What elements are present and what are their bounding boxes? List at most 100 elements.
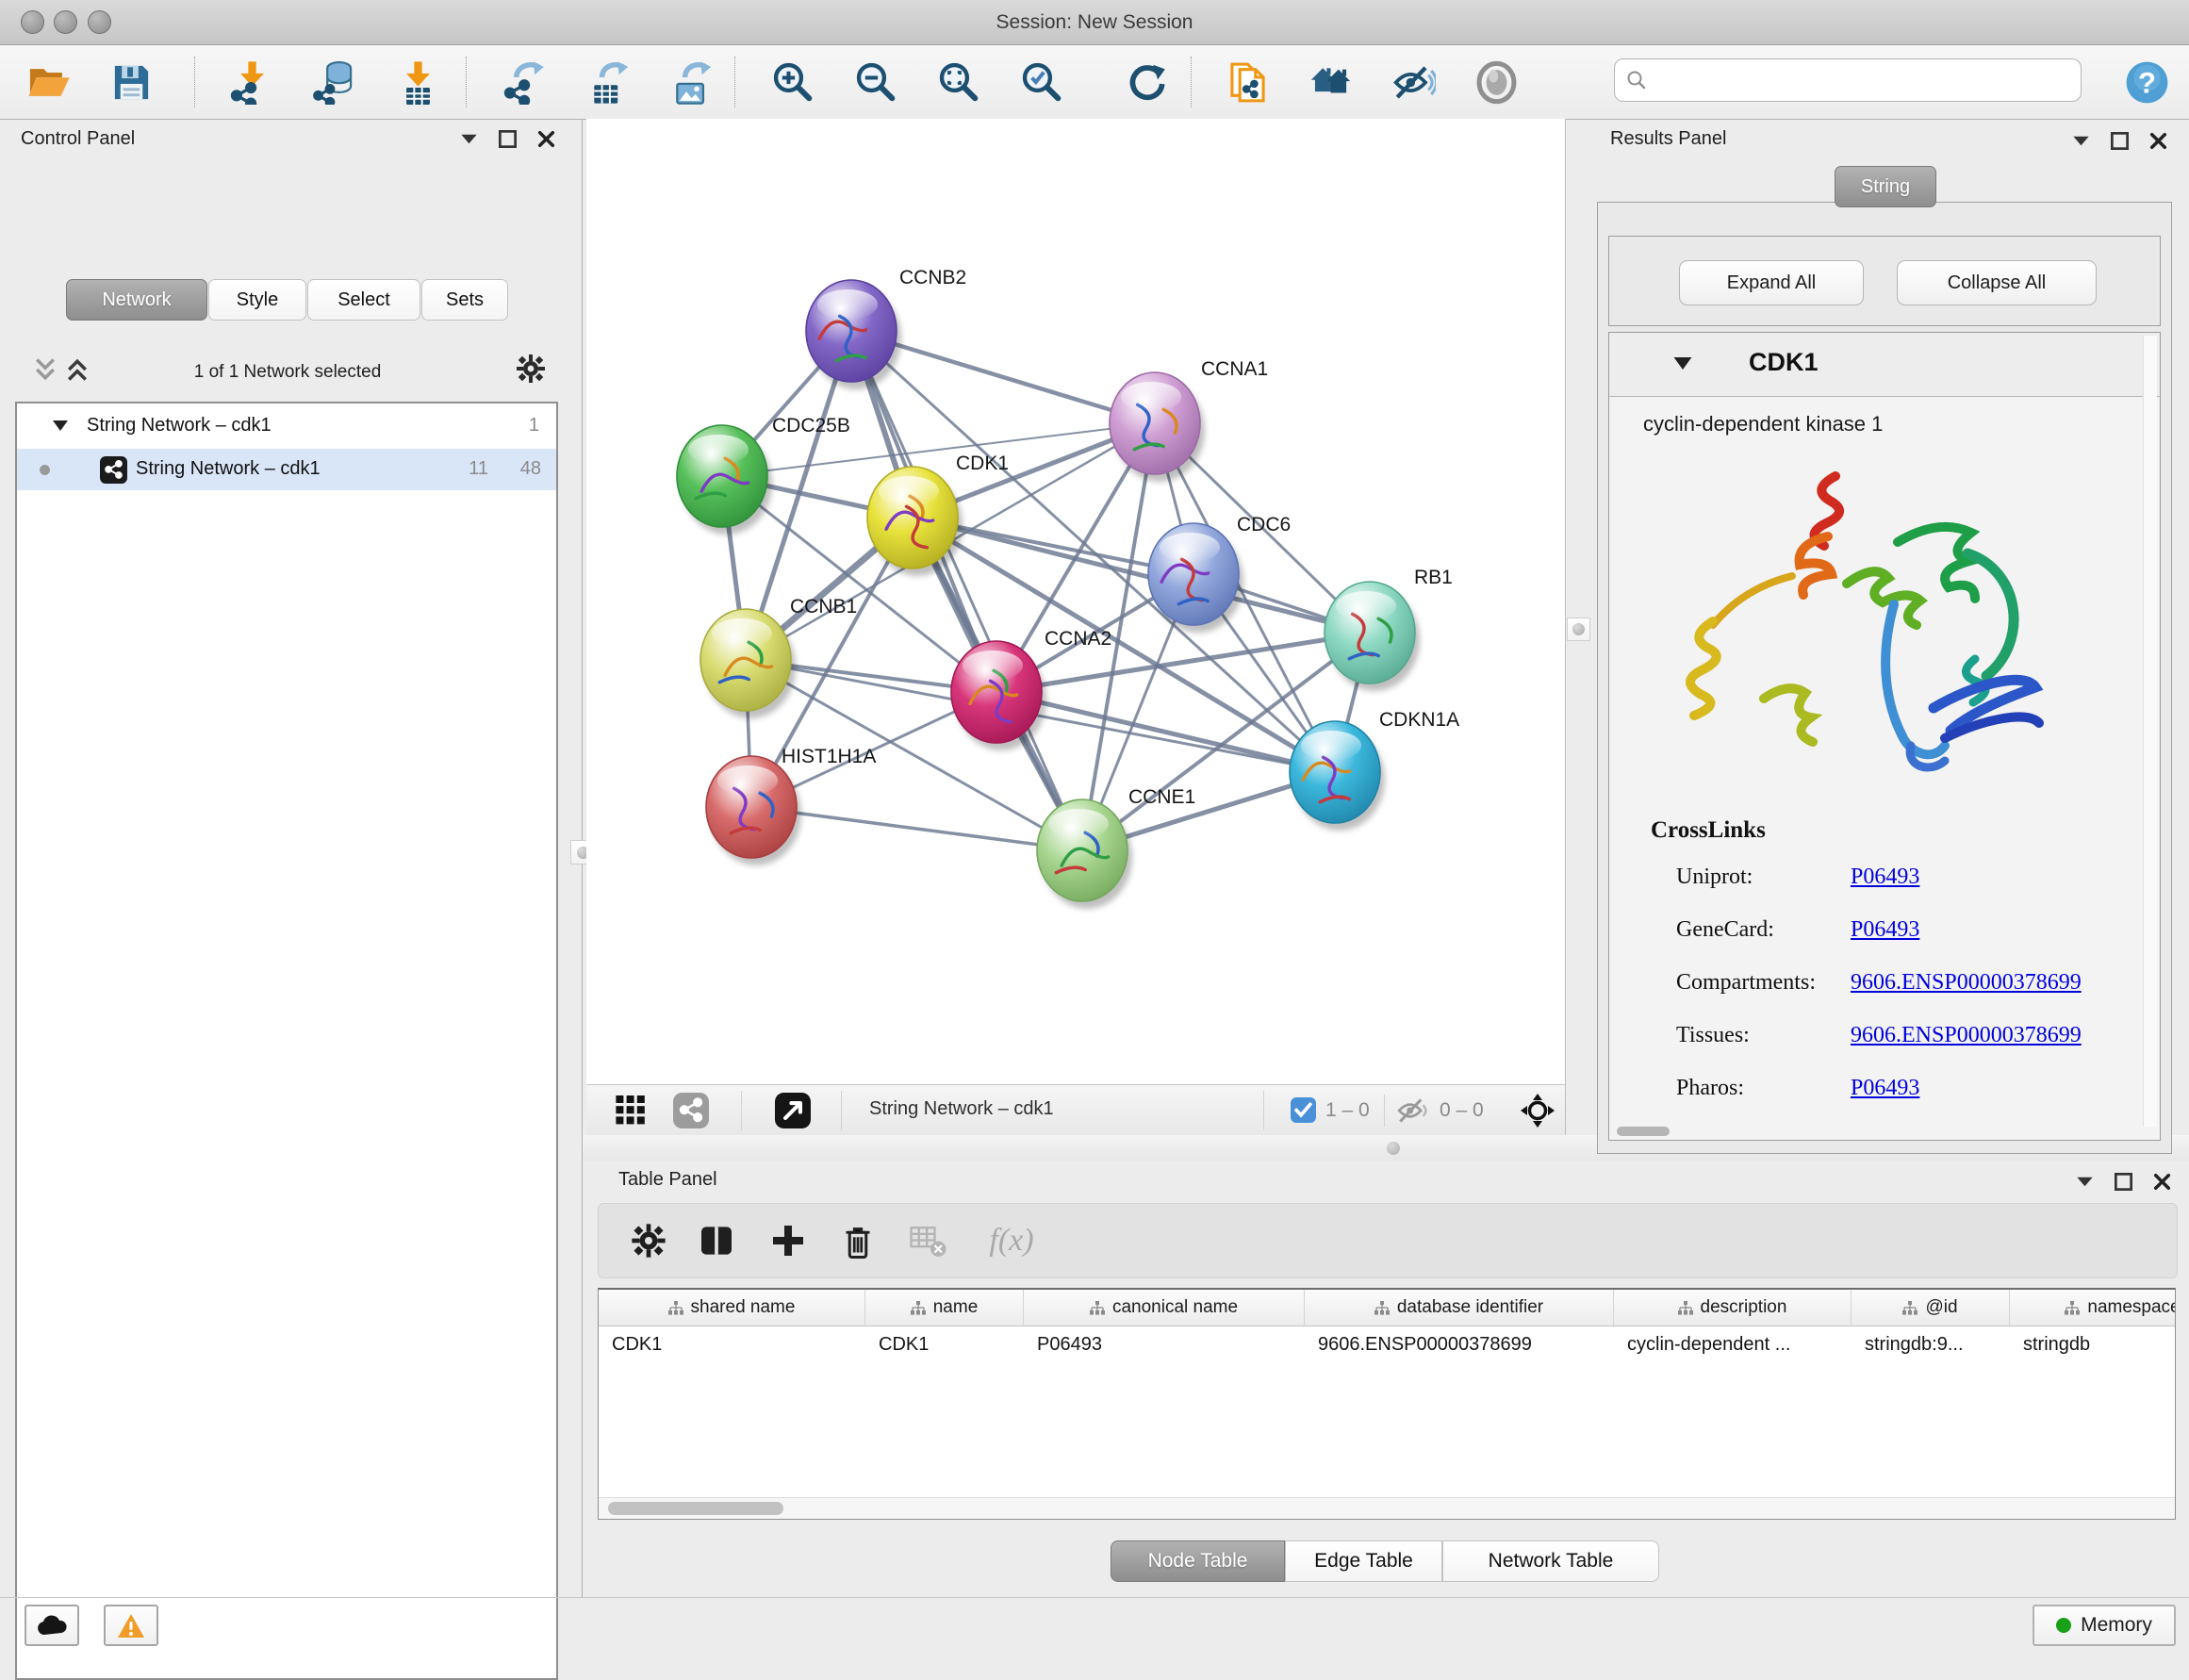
import-network-database-icon[interactable] (311, 58, 358, 106)
crosslink-link[interactable]: P06493 (1851, 917, 1919, 943)
import-string-file-icon[interactable] (1224, 58, 1271, 106)
hidden-eye-icon[interactable] (1395, 1096, 1429, 1129)
tab-node-table[interactable]: Node Table (1111, 1540, 1285, 1582)
column-header-description[interactable]: description (1614, 1290, 1852, 1326)
cloud-button[interactable] (25, 1605, 79, 1646)
edge-CCNA2-CDKN1A[interactable] (996, 692, 1335, 772)
close-panel-icon[interactable] (2149, 132, 2167, 150)
zoom-in-icon[interactable] (769, 58, 816, 106)
gear-icon[interactable] (515, 353, 547, 389)
warning-button[interactable] (104, 1605, 158, 1646)
export-table-icon[interactable] (584, 58, 632, 106)
column-header-@id[interactable]: @id (1852, 1290, 2010, 1326)
tab-network[interactable]: Network (66, 279, 207, 321)
show-eye-icon[interactable] (1473, 58, 1520, 106)
zoom-out-icon[interactable] (852, 58, 899, 106)
table-cell[interactable]: stringdb:9... (1852, 1334, 2010, 1356)
table-cell[interactable]: cyclin-dependent ... (1614, 1334, 1852, 1356)
tab-network-table[interactable]: Network Table (1442, 1540, 1659, 1582)
table-cell[interactable]: CDK1 (865, 1334, 1024, 1356)
delete-column-icon[interactable] (836, 1219, 880, 1262)
float-panel-icon[interactable] (2072, 132, 2090, 150)
network-node-CCNA1[interactable] (1110, 372, 1205, 482)
expand-all-icon[interactable] (64, 356, 91, 387)
expand-all-button[interactable]: Expand All (1679, 260, 1864, 305)
column-header-database-identifier[interactable]: database identifier (1305, 1290, 1614, 1326)
share-network-icon[interactable] (673, 1093, 709, 1133)
columns-icon[interactable] (695, 1219, 738, 1262)
zoom-selected-icon[interactable] (1018, 58, 1065, 106)
houses-icon[interactable] (1307, 58, 1354, 106)
gear-icon[interactable] (627, 1219, 670, 1262)
grid-view-icon[interactable] (616, 1095, 650, 1130)
tab-select[interactable]: Select (307, 279, 420, 321)
help-icon[interactable]: ? (2123, 58, 2170, 106)
edge-CCNB2-CCNE1[interactable] (851, 331, 1082, 850)
table-cell[interactable]: 9606.ENSP00000378699 (1305, 1334, 1614, 1356)
table-cell[interactable]: CDK1 (599, 1334, 865, 1356)
edge-CDK1-RB1[interactable] (913, 518, 1370, 633)
crosslink-link[interactable]: P06493 (1851, 1076, 1919, 1101)
save-session-icon[interactable] (107, 58, 155, 106)
network-node-CDC25B[interactable] (677, 425, 772, 535)
maximize-panel-icon[interactable] (499, 130, 517, 148)
right-splitter-handle[interactable] (1567, 618, 1590, 641)
float-panel-icon[interactable] (460, 130, 478, 148)
crosslink-link[interactable]: P06493 (1851, 865, 1919, 890)
gene-section-header[interactable]: CDK1 (1609, 333, 2160, 397)
crosslink-link[interactable]: 9606.ENSP00000378699 (1851, 970, 2082, 996)
birdseye-crosshair-icon[interactable] (1520, 1093, 1555, 1133)
table-row[interactable]: CDK1CDK1P064939606.ENSP00000378699cyclin… (599, 1326, 2176, 1363)
tab-edge-table[interactable]: Edge Table (1285, 1540, 1442, 1582)
import-table-file-icon[interactable] (394, 58, 441, 106)
zoom-fit-icon[interactable] (935, 58, 982, 106)
results-hscroll-thumb[interactable] (1617, 1127, 1670, 1136)
add-column-icon[interactable] (766, 1219, 810, 1262)
column-header-canonical-name[interactable]: canonical name (1024, 1290, 1305, 1326)
crosslink-link[interactable]: 9606.ENSP00000378699 (1851, 1023, 2082, 1048)
tab-sets[interactable]: Sets (421, 279, 508, 321)
network-node-CCNE1[interactable] (1037, 799, 1132, 909)
memory-button[interactable]: Memory (2033, 1605, 2176, 1646)
table-hscroll-track[interactable] (599, 1497, 2175, 1519)
network-node-HIST1H1A[interactable] (706, 756, 801, 865)
column-header-name[interactable]: name (865, 1290, 1024, 1326)
tree-expander-icon[interactable] (53, 420, 68, 431)
table-hscroll-thumb[interactable] (608, 1502, 783, 1515)
section-collapse-icon[interactable] (1673, 357, 1692, 370)
column-header-shared-name[interactable]: shared name (599, 1290, 865, 1326)
table-cell[interactable]: P06493 (1024, 1334, 1305, 1356)
tab-string[interactable]: String (1835, 166, 1936, 207)
network-node-CCNA2[interactable] (951, 641, 1046, 750)
function-builder-icon[interactable]: f(x) (974, 1219, 1049, 1262)
close-panel-icon[interactable] (537, 130, 555, 148)
right-splitter[interactable] (1565, 119, 1566, 1135)
maximize-panel-icon[interactable] (2111, 132, 2129, 150)
network-node-CCNB2[interactable] (806, 280, 901, 389)
results-vscroll-track[interactable] (2143, 336, 2157, 1127)
table-cell[interactable]: stringdb (2010, 1334, 2176, 1356)
collapse-all-button[interactable]: Collapse All (1897, 260, 2097, 305)
open-in-window-icon[interactable] (775, 1093, 811, 1133)
delete-table-icon[interactable] (906, 1219, 949, 1262)
open-session-icon[interactable] (25, 58, 72, 106)
search-input[interactable] (1654, 69, 2081, 91)
collapse-all-icon[interactable] (32, 356, 58, 387)
close-panel-icon[interactable] (2153, 1173, 2171, 1191)
network-node-CDKN1A[interactable] (1290, 721, 1385, 831)
network-collection-row[interactable]: String Network – cdk1 1 (17, 407, 556, 449)
selected-checkbox[interactable] (1291, 1097, 1316, 1128)
network-item-row[interactable]: String Network – cdk1 11 48 (17, 449, 556, 490)
float-panel-icon[interactable] (2076, 1173, 2094, 1191)
tab-style[interactable]: Style (208, 279, 306, 321)
hide-eye-icon[interactable] (1390, 58, 1437, 106)
network-canvas[interactable]: CCNB2CCNA1CDC25BCDK1CDC6RB1CCNB1CCNA2CDK… (586, 119, 1565, 1084)
column-header-namespace[interactable]: namespace (2010, 1290, 2176, 1326)
network-node-CDK1[interactable] (867, 467, 963, 576)
refresh-icon[interactable] (1122, 58, 1169, 106)
export-image-icon[interactable] (667, 58, 715, 106)
export-network-icon[interactable] (502, 58, 549, 106)
maximize-panel-icon[interactable] (2115, 1173, 2132, 1191)
import-network-file-icon[interactable] (228, 58, 275, 106)
network-node-RB1[interactable] (1325, 582, 1420, 691)
